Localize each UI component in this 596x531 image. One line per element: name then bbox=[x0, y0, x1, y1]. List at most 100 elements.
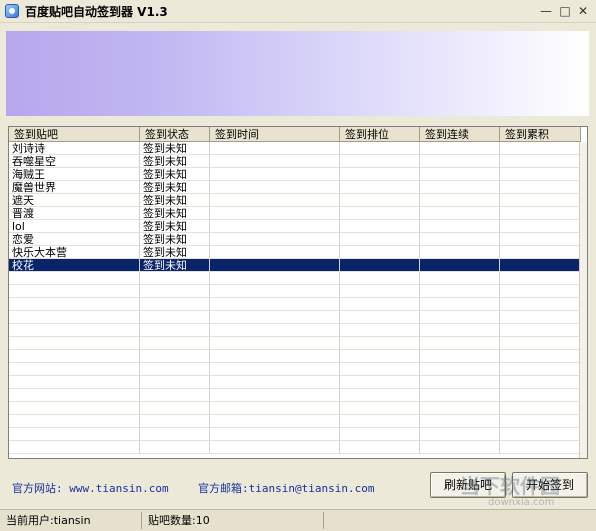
table-cell bbox=[210, 285, 340, 298]
table-cell bbox=[210, 194, 340, 207]
tieba-list-table[interactable]: 签到贴吧 签到状态 签到时间 签到排位 签到连续 签到累积 刘诗诗 签到未知 吞噬星空 签到未知… bbox=[8, 126, 588, 459]
table-cell bbox=[420, 285, 500, 298]
table-cell: 签到未知 bbox=[140, 207, 210, 220]
table-cell bbox=[340, 285, 420, 298]
app-icon bbox=[5, 4, 19, 18]
table-cell bbox=[420, 402, 500, 415]
table-row[interactable] bbox=[9, 376, 581, 389]
table-cell bbox=[140, 337, 210, 350]
table-cell bbox=[420, 337, 500, 350]
table-scrollbar[interactable] bbox=[579, 142, 587, 458]
window-title: 百度贴吧自动签到器 V1.3 bbox=[25, 5, 168, 19]
column-header[interactable]: 签到状态 bbox=[140, 127, 210, 142]
table-row[interactable] bbox=[9, 337, 581, 350]
table-cell bbox=[9, 428, 140, 441]
table-row[interactable]: 校花 签到未知 bbox=[9, 259, 581, 272]
table-cell bbox=[210, 337, 340, 350]
table-cell: 恋爱 bbox=[9, 233, 140, 246]
table-cell bbox=[9, 311, 140, 324]
table-row[interactable]: 晋渡 签到未知 bbox=[9, 207, 581, 220]
table-cell bbox=[500, 233, 581, 246]
minimize-icon[interactable]: — bbox=[538, 3, 554, 19]
table-cell bbox=[500, 259, 581, 272]
table-cell bbox=[340, 246, 420, 259]
table-row[interactable]: 刘诗诗 签到未知 bbox=[9, 142, 581, 155]
table-row[interactable] bbox=[9, 441, 581, 454]
table-cell bbox=[9, 337, 140, 350]
table-cell bbox=[500, 337, 581, 350]
table-cell bbox=[340, 181, 420, 194]
table-cell bbox=[340, 428, 420, 441]
table-row[interactable]: lol 签到未知 bbox=[9, 220, 581, 233]
table-row[interactable] bbox=[9, 298, 581, 311]
table-cell bbox=[500, 415, 581, 428]
table-row[interactable]: 恋爱 签到未知 bbox=[9, 233, 581, 246]
table-cell bbox=[210, 155, 340, 168]
table-cell bbox=[340, 441, 420, 454]
table-cell bbox=[420, 155, 500, 168]
table-row[interactable] bbox=[9, 350, 581, 363]
table-row[interactable] bbox=[9, 311, 581, 324]
table-cell bbox=[140, 402, 210, 415]
title-bar[interactable]: 百度贴吧自动签到器 V1.3 — □ ✕ bbox=[0, 0, 596, 23]
table-cell bbox=[340, 233, 420, 246]
maximize-icon[interactable]: □ bbox=[557, 3, 573, 19]
table-cell: 签到未知 bbox=[140, 233, 210, 246]
table-cell: 签到未知 bbox=[140, 142, 210, 155]
table-cell bbox=[9, 402, 140, 415]
column-header[interactable]: 签到连续 bbox=[420, 127, 500, 142]
table-cell bbox=[420, 441, 500, 454]
table-cell bbox=[420, 142, 500, 155]
table-cell bbox=[500, 246, 581, 259]
table-cell bbox=[500, 220, 581, 233]
table-row[interactable]: 遮天 签到未知 bbox=[9, 194, 581, 207]
table-cell: 签到未知 bbox=[140, 220, 210, 233]
table-cell bbox=[140, 415, 210, 428]
table-cell bbox=[9, 441, 140, 454]
status-current-user: 当前用户:tiansin bbox=[2, 512, 142, 529]
table-header: 签到贴吧 签到状态 签到时间 签到排位 签到连续 签到累积 bbox=[9, 127, 587, 142]
column-header[interactable]: 签到时间 bbox=[210, 127, 340, 142]
table-cell: 魔兽世界 bbox=[9, 181, 140, 194]
table-cell bbox=[210, 441, 340, 454]
table-cell bbox=[500, 350, 581, 363]
website-link[interactable]: 官方网站: www.tiansin.com bbox=[12, 480, 169, 496]
status-bar: 当前用户:tiansin 贴吧数量:10 bbox=[0, 509, 596, 531]
column-header[interactable]: 签到排位 bbox=[340, 127, 420, 142]
table-row[interactable]: 魔兽世界 签到未知 bbox=[9, 181, 581, 194]
table-row[interactable]: 海贼王 签到未知 bbox=[9, 168, 581, 181]
table-row[interactable]: 快乐大本营 签到未知 bbox=[9, 246, 581, 259]
table-cell bbox=[420, 324, 500, 337]
table-row[interactable] bbox=[9, 402, 581, 415]
table-row[interactable] bbox=[9, 415, 581, 428]
banner-image bbox=[6, 31, 589, 116]
table-cell bbox=[140, 324, 210, 337]
table-cell: lol bbox=[9, 220, 140, 233]
column-header[interactable]: 签到累积 bbox=[500, 127, 581, 142]
table-cell bbox=[500, 272, 581, 285]
table-cell bbox=[210, 324, 340, 337]
table-row[interactable] bbox=[9, 324, 581, 337]
table-cell bbox=[500, 285, 581, 298]
table-cell bbox=[340, 155, 420, 168]
table-cell bbox=[340, 298, 420, 311]
column-header[interactable]: 签到贴吧 bbox=[9, 127, 140, 142]
table-row[interactable]: 吞噬星空 签到未知 bbox=[9, 155, 581, 168]
table-cell bbox=[500, 402, 581, 415]
table-cell bbox=[420, 389, 500, 402]
table-cell: 晋渡 bbox=[9, 207, 140, 220]
table-cell bbox=[340, 415, 420, 428]
table-cell bbox=[420, 246, 500, 259]
table-body[interactable]: 刘诗诗 签到未知 吞噬星空 签到未知 海贼王 签到未知 魔兽世界 签到未知 遮天 签到未知 晋渡 签到… bbox=[9, 142, 587, 458]
table-row[interactable] bbox=[9, 389, 581, 402]
table-cell bbox=[420, 428, 500, 441]
close-icon[interactable]: ✕ bbox=[575, 3, 591, 19]
table-row[interactable] bbox=[9, 363, 581, 376]
table-cell bbox=[210, 415, 340, 428]
table-row[interactable] bbox=[9, 428, 581, 441]
table-cell bbox=[340, 402, 420, 415]
table-cell bbox=[340, 363, 420, 376]
table-row[interactable] bbox=[9, 272, 581, 285]
email-link[interactable]: 官方邮箱:tiansin@tiansin.com bbox=[198, 480, 374, 496]
table-row[interactable] bbox=[9, 285, 581, 298]
